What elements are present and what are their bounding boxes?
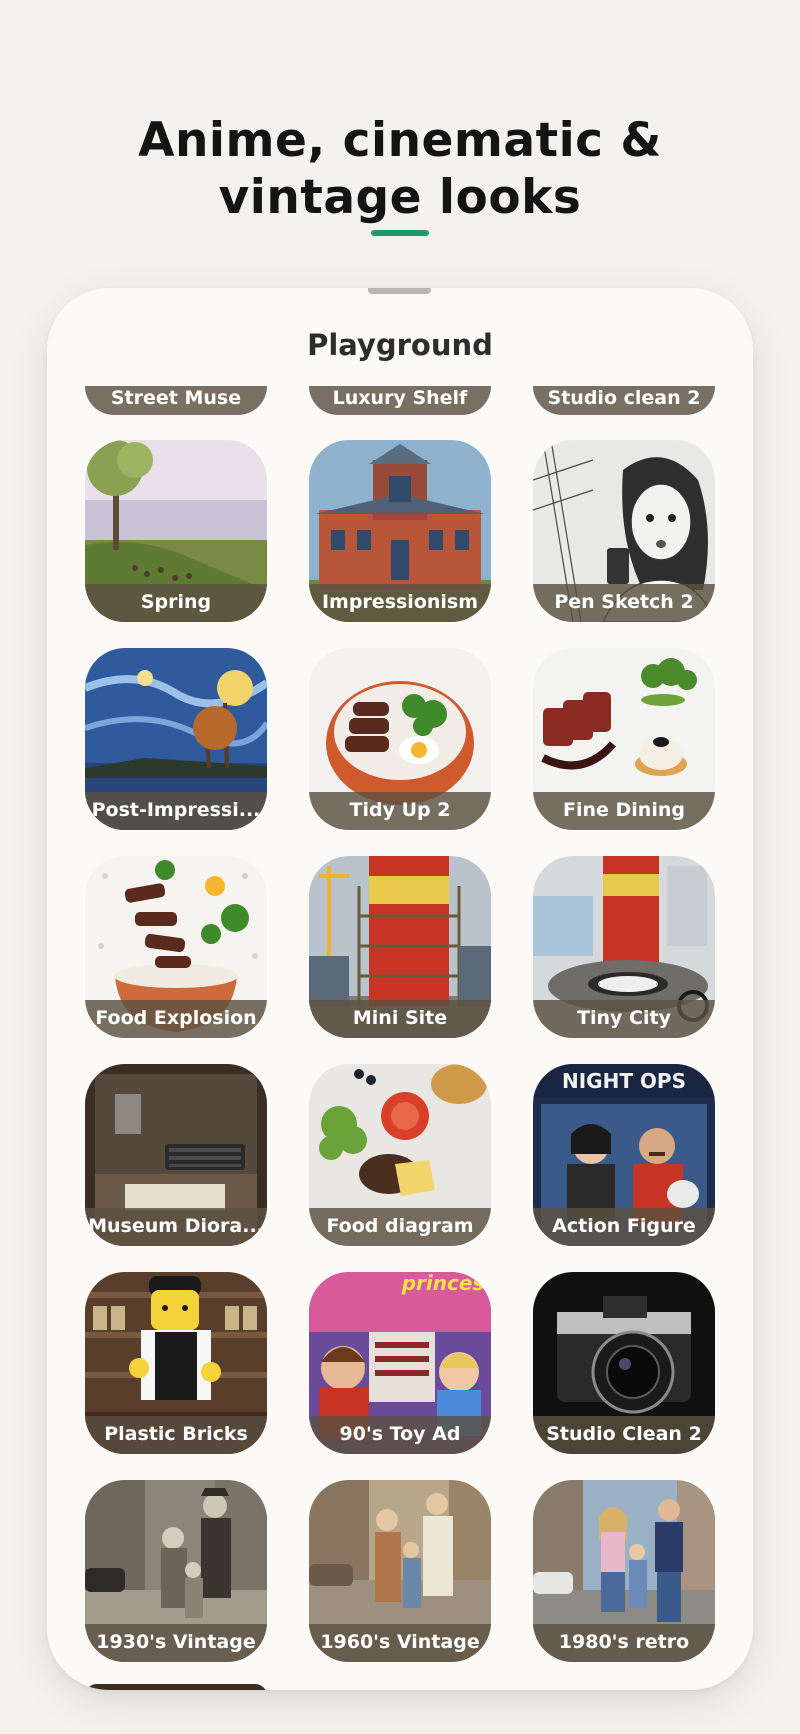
style-tile-1960s-vintage[interactable]: 1960's Vintage [309, 1480, 491, 1662]
style-tile-label: Tidy Up 2 [309, 792, 491, 830]
sheet-title: Playground [307, 328, 493, 362]
style-tile-tidy-up-2[interactable]: Tidy Up 2 [309, 648, 491, 830]
style-tile-label: 1930's Vintage [85, 1624, 267, 1662]
style-tile-1930s-vintage[interactable]: 1930's Vintage [85, 1480, 267, 1662]
style-tile-next-row-peek[interactable] [85, 1684, 267, 1690]
style-tile-label: Post-Impressi... [85, 792, 267, 830]
style-tile-post-impressionism[interactable]: Post-Impressi... [85, 648, 267, 830]
style-tile-label: 90's Toy Ad [309, 1416, 491, 1454]
style-tile-label: Street Muse [85, 386, 267, 415]
style-tile-food-diagram[interactable]: Food diagram [309, 1064, 491, 1246]
style-tile-street-muse[interactable]: Street Muse [85, 386, 267, 415]
style-tile-spring[interactable]: Spring [85, 440, 267, 622]
style-tile-studio-clean-2-top[interactable]: Studio clean 2 [533, 386, 715, 415]
style-tile-label: Fine Dining [533, 792, 715, 830]
style-tile-food-explosion[interactable]: Food Explosion [85, 856, 267, 1038]
style-tile-pen-sketch-2[interactable]: Pen Sketch 2 [533, 440, 715, 622]
style-tile-label: Food Explosion [85, 1000, 267, 1038]
style-tile-label: Pen Sketch 2 [533, 584, 715, 622]
style-tile-tiny-city[interactable]: Tiny City [533, 856, 715, 1038]
style-tile-label: 1960's Vintage [309, 1624, 491, 1662]
style-tile-studio-clean-2[interactable]: Studio Clean 2 [533, 1272, 715, 1454]
style-tile-mini-site[interactable]: Mini Site [309, 856, 491, 1038]
style-tile-fine-dining[interactable]: Fine Dining [533, 648, 715, 830]
style-tile-label: Studio clean 2 [533, 386, 715, 415]
style-tile-museum-diorama[interactable]: Museum Diora... [85, 1064, 267, 1246]
sheet-grabber[interactable] [368, 288, 431, 294]
style-tile-label: Studio Clean 2 [533, 1416, 715, 1454]
style-tile-label: Mini Site [309, 1000, 491, 1038]
style-tile-luxury-shelf[interactable]: Luxury Shelf [309, 386, 491, 415]
headline-line-1: Anime, cinematic & [138, 113, 662, 168]
headline-accent-underline [371, 230, 429, 236]
page-headline: Anime, cinematic & vintage looks [0, 112, 800, 226]
svg-text:NIGHT OPS: NIGHT OPS [562, 1069, 686, 1093]
style-tile-plastic-bricks[interactable]: Plastic Bricks [85, 1272, 267, 1454]
style-tile-label: Tiny City [533, 1000, 715, 1038]
playground-sheet: Playground Street Muse Luxury Shelf Stud… [47, 288, 753, 1690]
style-tile-label: Food diagram [309, 1208, 491, 1246]
style-tile-action-figure[interactable]: NIGHT OPS Action Figure [533, 1064, 715, 1246]
style-tile-impressionism[interactable]: Impressionism [309, 440, 491, 622]
svg-text:princess: princess [401, 1272, 491, 1295]
style-tile-label: Luxury Shelf [309, 386, 491, 415]
style-tile-label: Spring [85, 584, 267, 622]
headline-line-2: vintage looks [218, 170, 582, 225]
style-tile-label: Plastic Bricks [85, 1416, 267, 1454]
style-tile-label: Action Figure [533, 1208, 715, 1246]
style-tile-label: Museum Diora... [85, 1208, 267, 1246]
style-tile-label: 1980's retro [533, 1624, 715, 1662]
style-tile-label: Impressionism [309, 584, 491, 622]
style-tile-90s-toy-ad[interactable]: princess 90's Toy Ad [309, 1272, 491, 1454]
style-tile-1980s-retro[interactable]: 1980's retro [533, 1480, 715, 1662]
